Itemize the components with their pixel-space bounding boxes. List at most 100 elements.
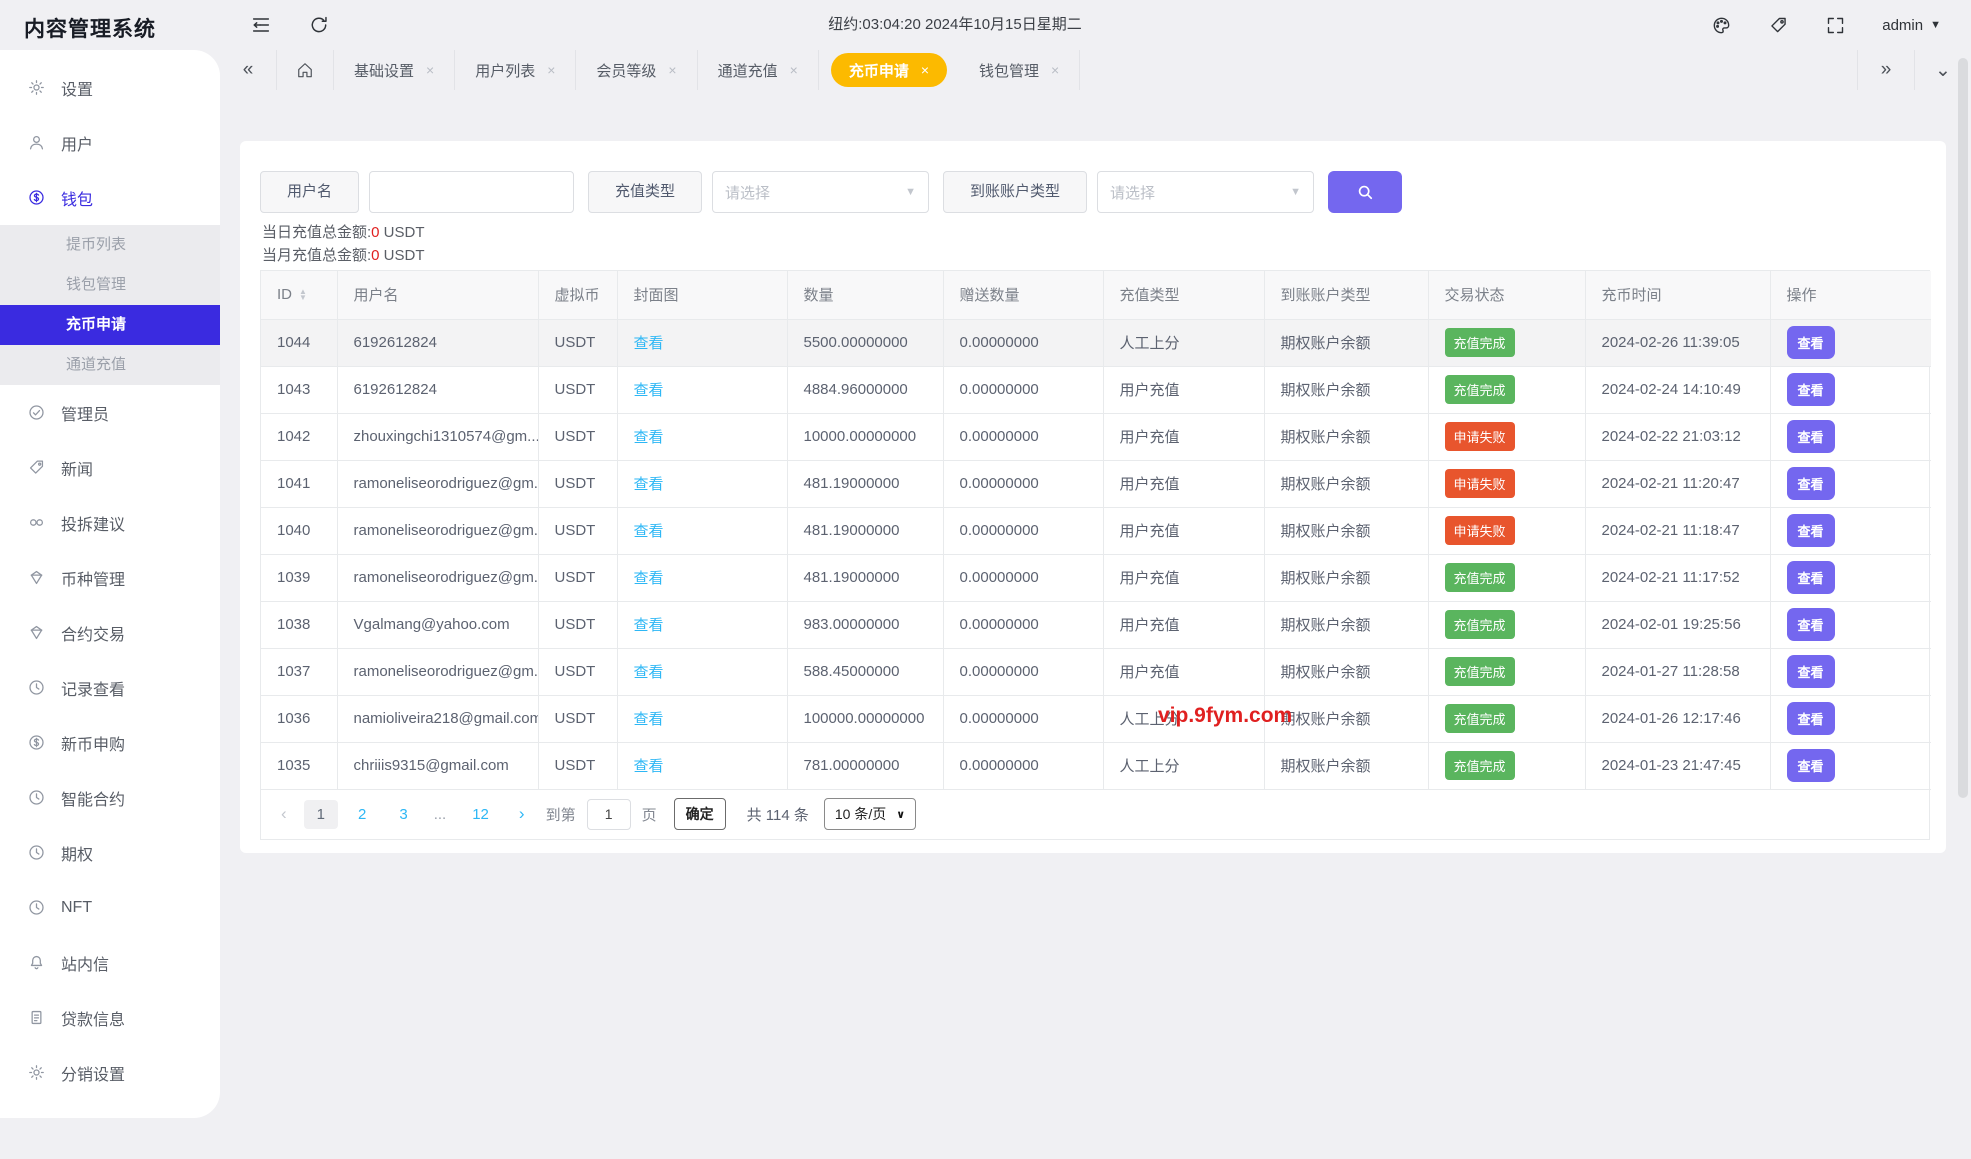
view-cover-link[interactable]: 查看 (634, 523, 664, 540)
page-button-12[interactable]: 12 (459, 800, 502, 829)
username-cell: 6192612824 (337, 366, 538, 413)
action-cell: 查看 (1770, 648, 1931, 695)
view-cover-link[interactable]: 查看 (634, 335, 664, 352)
tab-recharge-apply[interactable]: 充币申请× (831, 53, 947, 87)
column-header-coin: 虚拟币 (538, 271, 617, 319)
view-button[interactable]: 查看 (1787, 514, 1835, 547)
sidebar-item-messages[interactable]: 站内信 (0, 935, 220, 990)
username-filter-input[interactable] (369, 171, 574, 213)
sidebar-item-feedback[interactable]: 投拆建议 (0, 495, 220, 550)
close-icon[interactable]: × (921, 62, 929, 78)
sidebar-subitem-withdraw-list[interactable]: 提币列表 (0, 225, 220, 265)
refresh-icon[interactable] (308, 14, 330, 36)
home-tab[interactable] (277, 50, 333, 90)
column-header-status: 交易状态 (1428, 271, 1585, 319)
tab-basic-settings[interactable]: 基础设置× (334, 50, 454, 90)
close-icon[interactable]: × (790, 62, 798, 78)
account-type-select[interactable]: 请选择 ▼ (1097, 171, 1314, 213)
page-button-3[interactable]: 3 (386, 800, 420, 829)
page-button-2[interactable]: 2 (345, 800, 379, 829)
goto-label: 到第 (546, 804, 576, 825)
tabs-scroll-left-button[interactable]: « (220, 50, 276, 90)
view-button[interactable]: 查看 (1787, 655, 1835, 688)
sort-icon[interactable]: ▲▼ (299, 289, 307, 301)
total-count-label: 共 114 条 (747, 804, 809, 825)
view-cover-link[interactable]: 查看 (634, 476, 664, 493)
close-icon[interactable]: × (547, 62, 555, 78)
id-cell: 1043 (261, 366, 337, 413)
status-cell: 充值完成 (1428, 648, 1585, 695)
user-menu[interactable]: admin ▼ (1882, 17, 1941, 34)
sidebar-item-settings[interactable]: 设置 (0, 60, 220, 115)
divider (1079, 50, 1080, 90)
fullscreen-icon[interactable] (1825, 15, 1846, 36)
close-icon[interactable]: × (668, 62, 676, 78)
action-cell: 查看 (1770, 554, 1931, 601)
view-button[interactable]: 查看 (1787, 467, 1835, 500)
next-page-button[interactable]: › (509, 804, 535, 824)
goto-confirm-button[interactable]: 确定 (674, 798, 726, 830)
view-button[interactable]: 查看 (1787, 326, 1835, 359)
sidebar-item-records[interactable]: 记录查看 (0, 660, 220, 715)
username-cell: zhouxingchi1310574@gm... (337, 413, 538, 460)
tab-user-list[interactable]: 用户列表× (455, 50, 575, 90)
sidebar-subitem-wallet-manage[interactable]: 钱包管理 (0, 265, 220, 305)
tabs-scroll-right-button[interactable]: » (1858, 50, 1914, 90)
tab-wallet-manage[interactable]: 钱包管理× (959, 50, 1079, 90)
sidebar-item-nft[interactable]: NFT (0, 880, 220, 935)
view-cover-link[interactable]: 查看 (634, 382, 664, 399)
sidebar-item-admin[interactable]: 管理员 (0, 385, 220, 440)
collapse-sidebar-icon[interactable] (250, 14, 272, 36)
tab-channel-recharge[interactable]: 通道充值× (698, 50, 818, 90)
view-cover-link[interactable]: 查看 (634, 617, 664, 634)
goto-page-input[interactable] (587, 799, 631, 830)
view-button[interactable]: 查看 (1787, 749, 1835, 782)
sidebar-item-new-coin[interactable]: 新币申购 (0, 715, 220, 770)
search-button[interactable] (1328, 171, 1402, 213)
time-cell: 2024-02-26 11:39:05 (1585, 319, 1770, 366)
sidebar-item-distribution[interactable]: 分销设置 (0, 1045, 220, 1100)
type-cell: 人工上分 (1103, 742, 1264, 789)
view-cover-link[interactable]: 查看 (634, 758, 664, 775)
view-cover-link[interactable]: 查看 (634, 711, 664, 728)
sidebar-item-smart-contract[interactable]: 智能合约 (0, 770, 220, 825)
view-button[interactable]: 查看 (1787, 561, 1835, 594)
column-header-type: 充值类型 (1103, 271, 1264, 319)
account-cell: 期权账户余额 (1264, 648, 1428, 695)
page-button-1[interactable]: 1 (304, 800, 338, 829)
daily-total-value: 0 (371, 224, 379, 241)
sidebar-item-news[interactable]: 新闻 (0, 440, 220, 495)
view-cover-link[interactable]: 查看 (634, 429, 664, 446)
close-icon[interactable]: × (1051, 62, 1059, 78)
page-size-select[interactable]: 10 条/页 ∨ (824, 798, 916, 830)
page-scrollbar[interactable] (1958, 58, 1968, 798)
sidebar-item-loan-info[interactable]: 贷款信息 (0, 990, 220, 1045)
sidebar-subitem-channel-recharge[interactable]: 通道充值 (0, 345, 220, 385)
cover-cell: 查看 (617, 413, 787, 460)
sidebar-item-coin-manage[interactable]: 币种管理 (0, 550, 220, 605)
view-button[interactable]: 查看 (1787, 373, 1835, 406)
column-header-action: 操作 (1770, 271, 1931, 319)
id-cell: 1041 (261, 460, 337, 507)
tab-member-level[interactable]: 会员等级× (576, 50, 696, 90)
recharge-type-select[interactable]: 请选择 ▼ (712, 171, 929, 213)
recharge-table: ID▲▼用户名虚拟币封面图数量赠送数量充值类型到账账户类型交易状态充币时间操作 … (261, 271, 1931, 790)
theme-palette-icon[interactable] (1711, 15, 1732, 36)
view-cover-link[interactable]: 查看 (634, 664, 664, 681)
tag-icon[interactable] (1768, 15, 1789, 36)
sidebar-subitem-recharge-apply[interactable]: 充币申请 (0, 305, 220, 345)
view-cover-link[interactable]: 查看 (634, 570, 664, 587)
column-header-id[interactable]: ID▲▼ (261, 271, 337, 319)
sidebar-item-contract-trade[interactable]: 合约交易 (0, 605, 220, 660)
view-button[interactable]: 查看 (1787, 702, 1835, 735)
page-ellipsis: ... (428, 800, 453, 829)
sidebar-item-wallet[interactable]: 钱包 (0, 170, 220, 225)
prev-page-button[interactable]: ‹ (271, 804, 297, 824)
view-button[interactable]: 查看 (1787, 420, 1835, 453)
sidebar-item-users[interactable]: 用户 (0, 115, 220, 170)
view-button[interactable]: 查看 (1787, 608, 1835, 641)
sidebar-item-options[interactable]: 期权 (0, 825, 220, 880)
close-icon[interactable]: × (426, 62, 434, 78)
cover-cell: 查看 (617, 366, 787, 413)
account-cell: 期权账户余额 (1264, 460, 1428, 507)
